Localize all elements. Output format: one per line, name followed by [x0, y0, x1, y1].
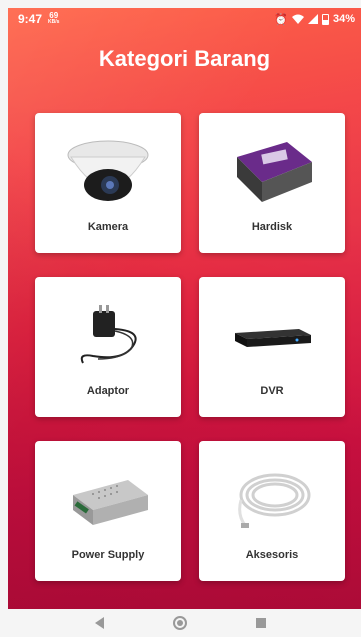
wifi-icon [291, 14, 304, 24]
status-time: 9:47 [18, 12, 43, 26]
category-card-hardisk[interactable]: Hardisk [199, 113, 345, 253]
category-label: Aksesoris [245, 549, 299, 561]
category-label: Hardisk [251, 221, 293, 233]
battery-icon [321, 13, 329, 25]
network-speed: 69 KB/s [48, 12, 59, 26]
system-nav-bar [0, 609, 361, 637]
hard-disk-icon [217, 127, 327, 217]
category-label: Adaptor [86, 385, 130, 397]
category-card-aksesoris[interactable]: Aksesoris [199, 441, 345, 581]
network-speed-unit: KB/s [48, 19, 60, 25]
signal-icon [307, 14, 318, 24]
cable-icon [217, 455, 327, 545]
page-title: Kategori Barang [98, 46, 271, 71]
camera-icon [53, 127, 163, 217]
dvr-icon [217, 291, 327, 381]
home-icon[interactable] [172, 616, 187, 630]
alarm-icon: ⏰ [274, 13, 288, 26]
category-card-dvr[interactable]: DVR [199, 277, 345, 417]
adaptor-icon [53, 291, 163, 381]
category-label: Power Supply [71, 549, 145, 561]
recent-apps-icon[interactable] [256, 618, 267, 628]
category-label: Kamera [87, 221, 129, 233]
app-screen: 9:47 69 KB/s ⏰ 34% Kategori Barang Kamer… [8, 8, 361, 609]
battery-percent: 34% [332, 13, 355, 25]
category-card-power-supply[interactable]: Power Supply [35, 441, 181, 581]
category-label: DVR [260, 385, 284, 397]
back-icon[interactable] [94, 617, 104, 629]
power-supply-icon [53, 455, 163, 545]
network-speed-value: 69 [49, 11, 59, 20]
status-bar: 9:47 69 KB/s ⏰ 34% [8, 8, 361, 30]
category-card-kamera[interactable]: Kamera [35, 113, 181, 253]
category-card-adaptor[interactable]: Adaptor [35, 277, 181, 417]
